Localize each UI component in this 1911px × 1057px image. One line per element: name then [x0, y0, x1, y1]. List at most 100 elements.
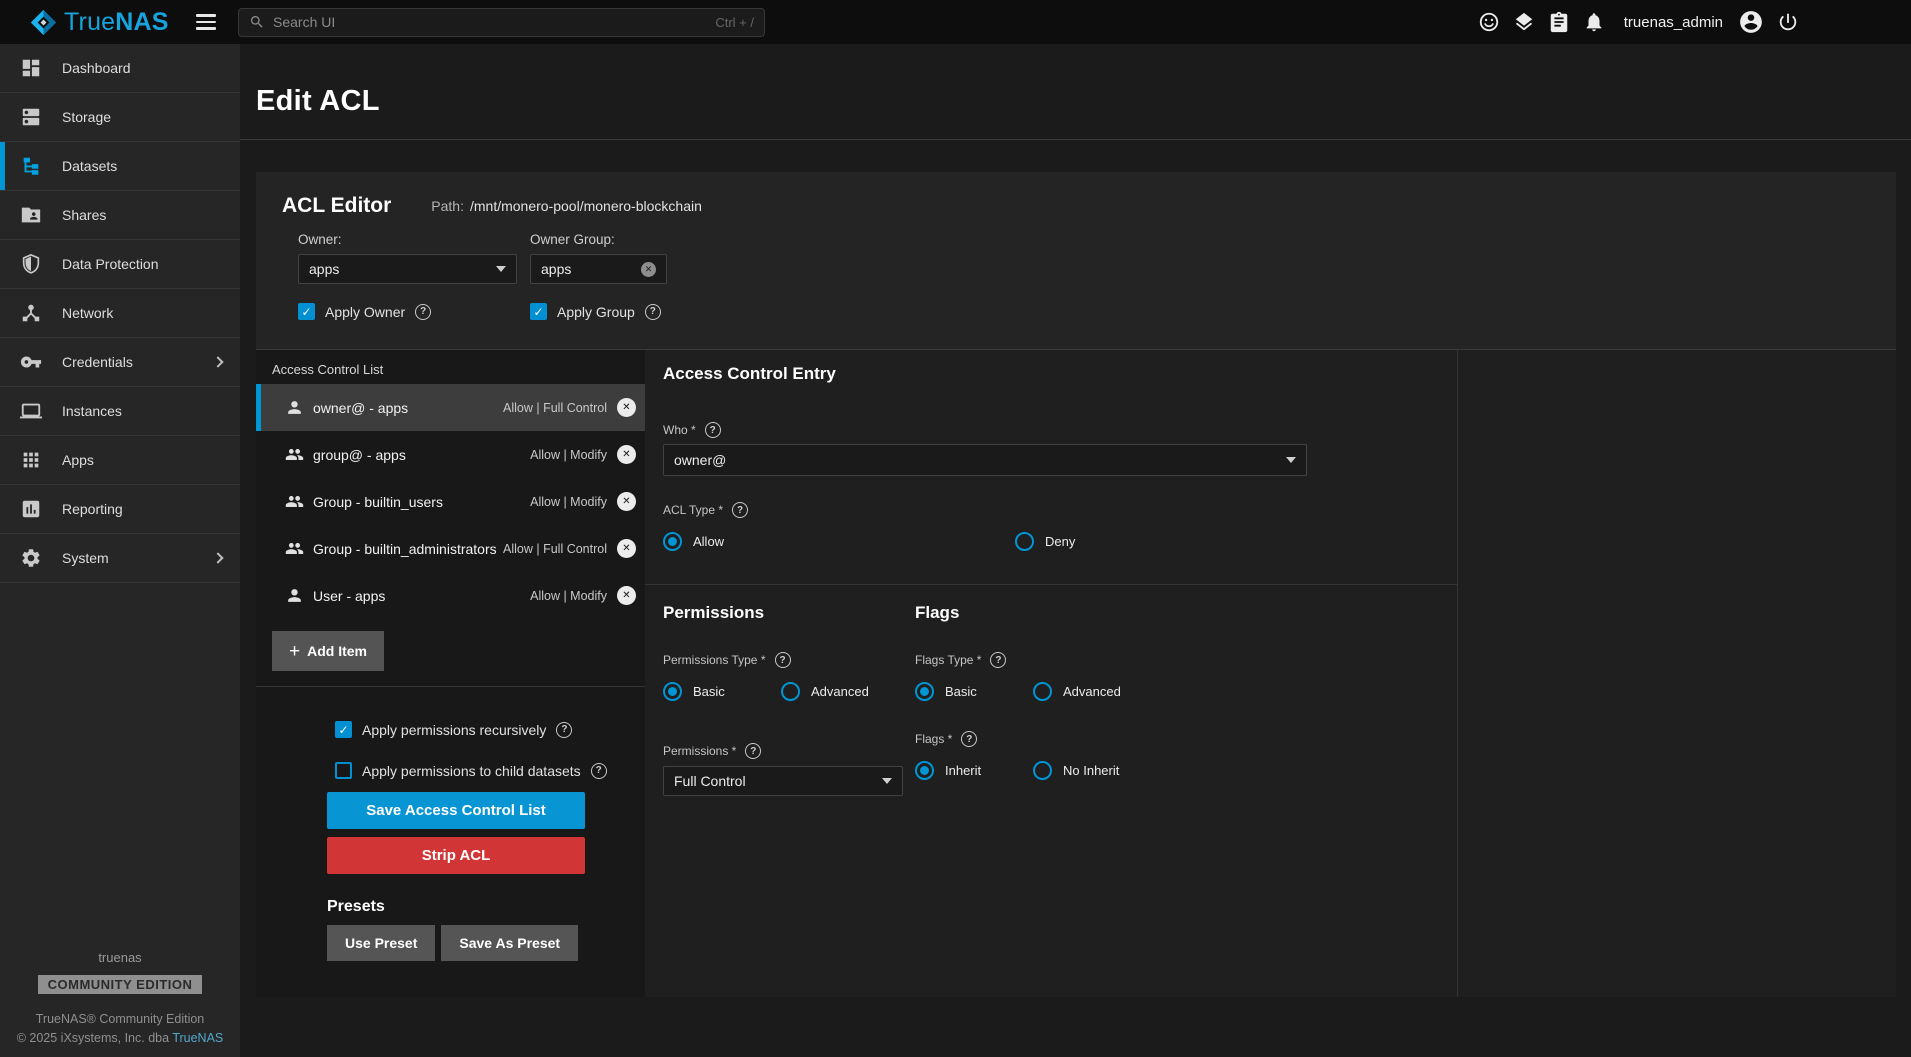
help-icon[interactable]: ? [732, 502, 748, 518]
add-item-button[interactable]: + Add Item [272, 631, 384, 671]
truenas-link[interactable]: TrueNAS [172, 1031, 223, 1045]
ace-rule-text: Allow | Modify [530, 448, 607, 462]
help-icon[interactable]: ? [556, 722, 572, 738]
radio-option-basic[interactable]: Basic [663, 682, 781, 701]
sidebar-item-credentials[interactable]: Credentials [0, 338, 240, 387]
person-icon [285, 398, 304, 417]
apply-group-label: Apply Group [557, 304, 635, 320]
menu-toggle-button[interactable] [196, 14, 216, 30]
acl-list-item[interactable]: Group - builtin_users Allow | Modify ✕ [256, 478, 645, 525]
strip-acl-button[interactable]: Strip ACL [327, 837, 585, 874]
help-icon[interactable]: ? [990, 652, 1006, 668]
search-shortcut-hint: Ctrl + / [715, 15, 754, 30]
permissions-select[interactable]: Full Control [663, 766, 903, 796]
flags-title: Flags [915, 603, 1167, 623]
use-preset-button[interactable]: Use Preset [327, 925, 435, 961]
power-icon[interactable] [1777, 11, 1799, 33]
sidebar-item-system[interactable]: System [0, 534, 240, 583]
child-datasets-checkbox[interactable]: ✓ [335, 762, 352, 779]
help-icon[interactable]: ? [775, 652, 791, 668]
radio-icon [663, 532, 682, 551]
chevron-right-icon [212, 552, 223, 563]
hostname: truenas [0, 950, 240, 965]
help-icon[interactable]: ? [415, 304, 431, 320]
chevron-right-icon [212, 356, 223, 367]
permissions-column: Permissions Permissions Type * ? BasicAd… [663, 603, 915, 796]
radio-option-deny[interactable]: Deny [1015, 532, 1367, 551]
feedback-smiley-icon[interactable] [1478, 11, 1500, 33]
jobs-clipboard-icon[interactable] [1548, 11, 1570, 33]
radio-icon [915, 682, 934, 701]
search-input[interactable]: Search UI Ctrl + / [238, 8, 765, 37]
owner-label: Owner: [298, 232, 530, 247]
user-avatar-icon[interactable] [1738, 9, 1764, 35]
sidebar-item-storage[interactable]: Storage [0, 93, 240, 142]
remove-ace-icon[interactable]: ✕ [617, 398, 636, 417]
radio-option-inherit[interactable]: Inherit [915, 761, 1033, 780]
permissions-label: Permissions * [663, 744, 736, 758]
acl-list-item[interactable]: group@ - apps Allow | Modify ✕ [256, 431, 645, 478]
remove-ace-icon[interactable]: ✕ [617, 586, 636, 605]
radio-option-allow[interactable]: Allow [663, 532, 1015, 551]
sidebar-item-network[interactable]: Network [0, 289, 240, 338]
help-icon[interactable]: ? [591, 763, 607, 779]
notifications-bell-icon[interactable] [1583, 11, 1605, 33]
permissions-type-radio-group: BasicAdvanced [663, 682, 915, 701]
sidebar-item-shares[interactable]: Shares [0, 191, 240, 240]
save-acl-button[interactable]: Save Access Control List [327, 792, 585, 829]
radio-icon [781, 682, 800, 701]
sidebar-item-dashboard[interactable]: Dashboard [0, 44, 240, 93]
apply-group-checkbox[interactable]: ✓ [530, 303, 547, 320]
owner-group-label: Owner Group: [530, 232, 667, 247]
who-select[interactable]: owner@ [663, 444, 1307, 476]
help-icon[interactable]: ? [745, 743, 761, 759]
recursive-checkbox[interactable]: ✓ [335, 721, 352, 738]
logged-in-username[interactable]: truenas_admin [1624, 14, 1723, 31]
flags-radio-group: InheritNo Inherit [915, 761, 1167, 780]
sidebar-item-apps[interactable]: Apps [0, 436, 240, 485]
sidebar-item-data-protection[interactable]: Data Protection [0, 240, 240, 289]
chevron-down-icon [882, 778, 892, 784]
radio-option-basic[interactable]: Basic [915, 682, 1033, 701]
group-icon [285, 492, 304, 511]
sidebar-item-instances[interactable]: Instances [0, 387, 240, 436]
radio-option-no-inherit[interactable]: No Inherit [1033, 761, 1151, 780]
radio-icon [1033, 761, 1052, 780]
sidebar: Dashboard Storage Datasets Shares Data P… [0, 44, 240, 1057]
help-icon[interactable]: ? [705, 422, 721, 438]
reporting-chart-icon [20, 498, 42, 520]
save-as-preset-button[interactable]: Save As Preset [441, 925, 578, 961]
sidebar-item-reporting[interactable]: Reporting [0, 485, 240, 534]
acl-list: owner@ - apps Allow | Full Control ✕ gro… [256, 384, 645, 619]
main-content: Edit ACL ACL Editor Path:/mnt/monero-poo… [240, 44, 1911, 1057]
radio-option-advanced[interactable]: Advanced [1033, 682, 1151, 701]
remove-ace-icon[interactable]: ✕ [617, 445, 636, 464]
flags-label: Flags * [915, 732, 952, 746]
sidebar-item-datasets[interactable]: Datasets [0, 142, 240, 191]
page-header: Edit ACL [240, 44, 1911, 140]
ace-who-text: Group - builtin_users [313, 494, 443, 510]
radio-icon [1033, 682, 1052, 701]
flags-type-radio-group: BasicAdvanced [915, 682, 1167, 701]
remove-ace-icon[interactable]: ✕ [617, 492, 636, 511]
truenas-logo[interactable]: TrueNAS [30, 8, 180, 37]
acl-list-item[interactable]: owner@ - apps Allow | Full Control ✕ [256, 384, 645, 431]
system-gear-icon [20, 547, 42, 569]
acl-editor-title: ACL Editor [282, 194, 391, 218]
help-icon[interactable]: ? [961, 731, 977, 747]
ace-rule-text: Allow | Modify [530, 589, 607, 603]
owner-group-input[interactable]: apps ✕ [530, 254, 667, 284]
sidebar-footer: truenas COMMUNITY EDITION TrueNAS® Commu… [0, 950, 240, 1057]
remove-ace-icon[interactable]: ✕ [617, 539, 636, 558]
acl-list-item[interactable]: User - apps Allow | Modify ✕ [256, 572, 645, 619]
acl-list-item[interactable]: Group - builtin_administrators Allow | F… [256, 525, 645, 572]
help-icon[interactable]: ? [645, 304, 661, 320]
apply-owner-checkbox[interactable]: ✓ [298, 303, 315, 320]
radio-option-advanced[interactable]: Advanced [781, 682, 899, 701]
clear-icon[interactable]: ✕ [641, 262, 656, 277]
owner-select[interactable]: apps [298, 254, 517, 284]
truenas-logo-icon [30, 9, 57, 36]
truecommand-layers-icon[interactable] [1513, 11, 1535, 33]
dataset-path: Path:/mnt/monero-pool/monero-blockchain [431, 198, 702, 214]
storage-icon [20, 106, 42, 128]
